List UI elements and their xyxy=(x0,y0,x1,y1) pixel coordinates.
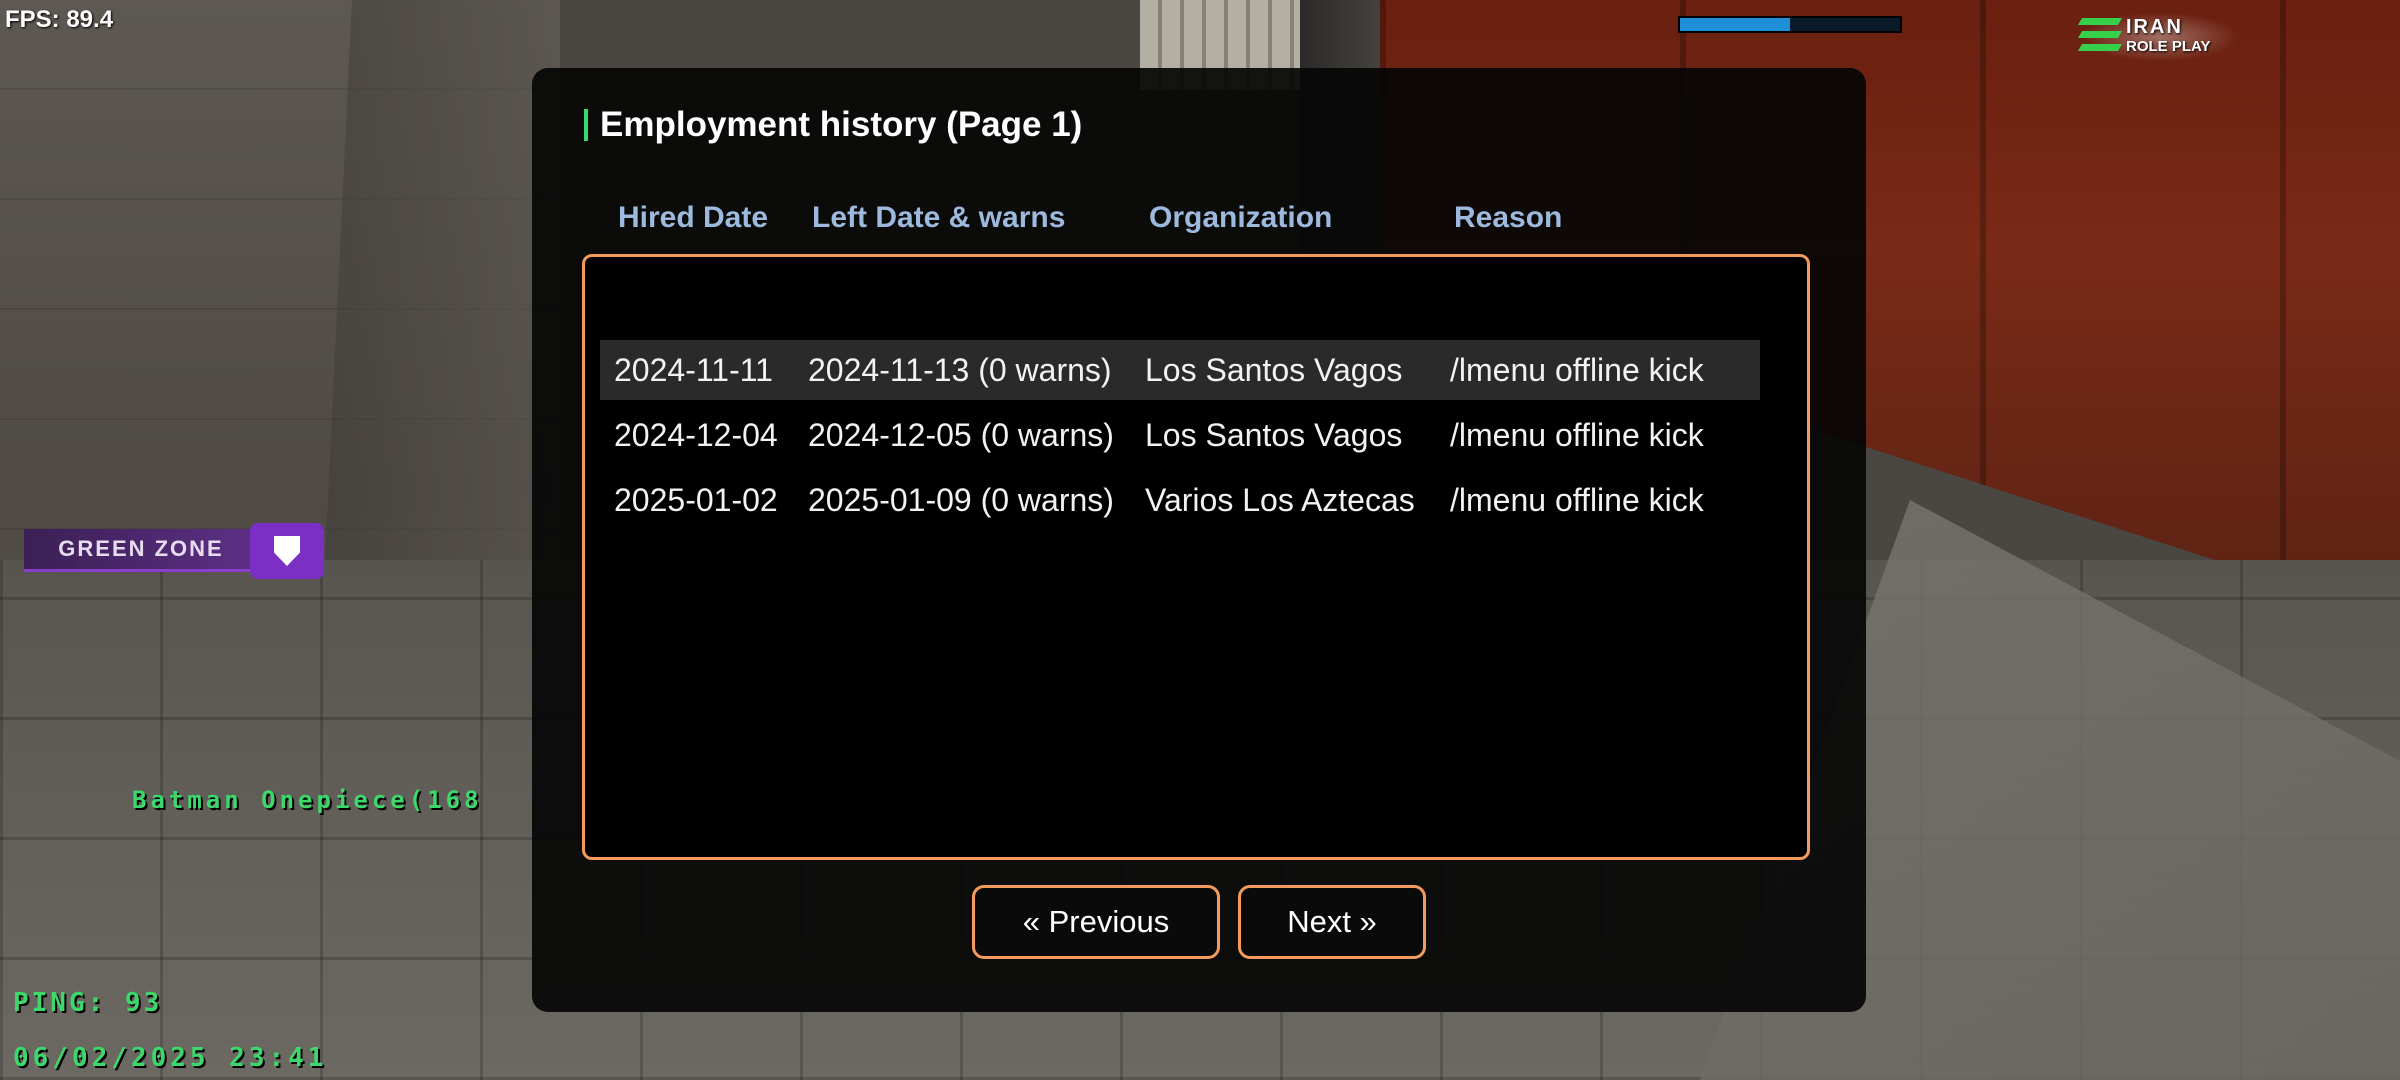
zone-label: GREEN ZONE xyxy=(24,529,258,572)
organization-cell: Los Santos Vagos xyxy=(1145,352,1403,388)
zone-badge xyxy=(250,523,324,579)
title-accent-bar xyxy=(584,109,588,141)
server-logo: IRAN ROLE PLAY xyxy=(2077,12,2240,62)
date-time-readout: 06/02/2025 23:41 xyxy=(13,1043,328,1073)
list-item[interactable]: 2024-12-04 2024-12-05 (0 warns) Los Sant… xyxy=(600,405,1760,465)
ping-readout: PING: 93 xyxy=(13,988,163,1018)
next-page-button[interactable]: Next » xyxy=(1238,885,1426,959)
reason-cell: /lmenu offline kick xyxy=(1450,352,1704,388)
column-header-organization: Organization xyxy=(1149,201,1333,234)
logo-mark-icon xyxy=(2077,18,2123,56)
organization-cell: Varios Los Aztecas xyxy=(1145,482,1415,518)
logo-subtitle: ROLE PLAY xyxy=(2126,38,2211,55)
dialog-title-text: Employment history (Page 1) xyxy=(600,105,1083,144)
history-list[interactable]: 2024-11-11 2024-11-13 (0 warns) Los Sant… xyxy=(582,254,1810,860)
left-date-cell: 2025-01-09 (0 warns) xyxy=(808,482,1114,518)
column-header-reason: Reason xyxy=(1454,201,1563,234)
shield-icon xyxy=(274,536,300,566)
left-date-cell: 2024-11-13 (0 warns) xyxy=(808,352,1112,388)
employment-history-dialog: Employment history (Page 1) Hired Date L… xyxy=(532,68,1866,1012)
hired-date-cell: 2024-11-11 xyxy=(614,352,773,388)
column-headers: Hired Date Left Date & warns Organizatio… xyxy=(532,201,1866,241)
zone-indicator: GREEN ZONE xyxy=(24,523,324,579)
reason-cell: /lmenu offline kick xyxy=(1450,482,1704,518)
reason-cell: /lmenu offline kick xyxy=(1450,417,1704,453)
fps-counter: FPS: 89.4 xyxy=(5,6,114,33)
health-bar xyxy=(1678,16,1902,33)
list-item[interactable]: 2024-11-11 2024-11-13 (0 warns) Los Sant… xyxy=(600,340,1760,400)
list-item[interactable]: 2025-01-02 2025-01-09 (0 warns) Varios L… xyxy=(600,470,1760,530)
player-nametag: Batman Onepiece(168 xyxy=(132,786,483,814)
column-header-hired-date: Hired Date xyxy=(618,201,769,234)
hired-date-cell: 2024-12-04 xyxy=(614,417,778,453)
health-bar-fill xyxy=(1680,18,1790,31)
column-header-left-date: Left Date & warns xyxy=(812,201,1066,234)
left-date-cell: 2024-12-05 (0 warns) xyxy=(808,417,1114,453)
logo-title: IRAN xyxy=(2126,16,2183,38)
dialog-title: Employment history (Page 1) xyxy=(584,105,1082,145)
previous-page-button[interactable]: « Previous xyxy=(972,885,1220,959)
organization-cell: Los Santos Vagos xyxy=(1145,417,1403,453)
hired-date-cell: 2025-01-02 xyxy=(614,482,778,518)
